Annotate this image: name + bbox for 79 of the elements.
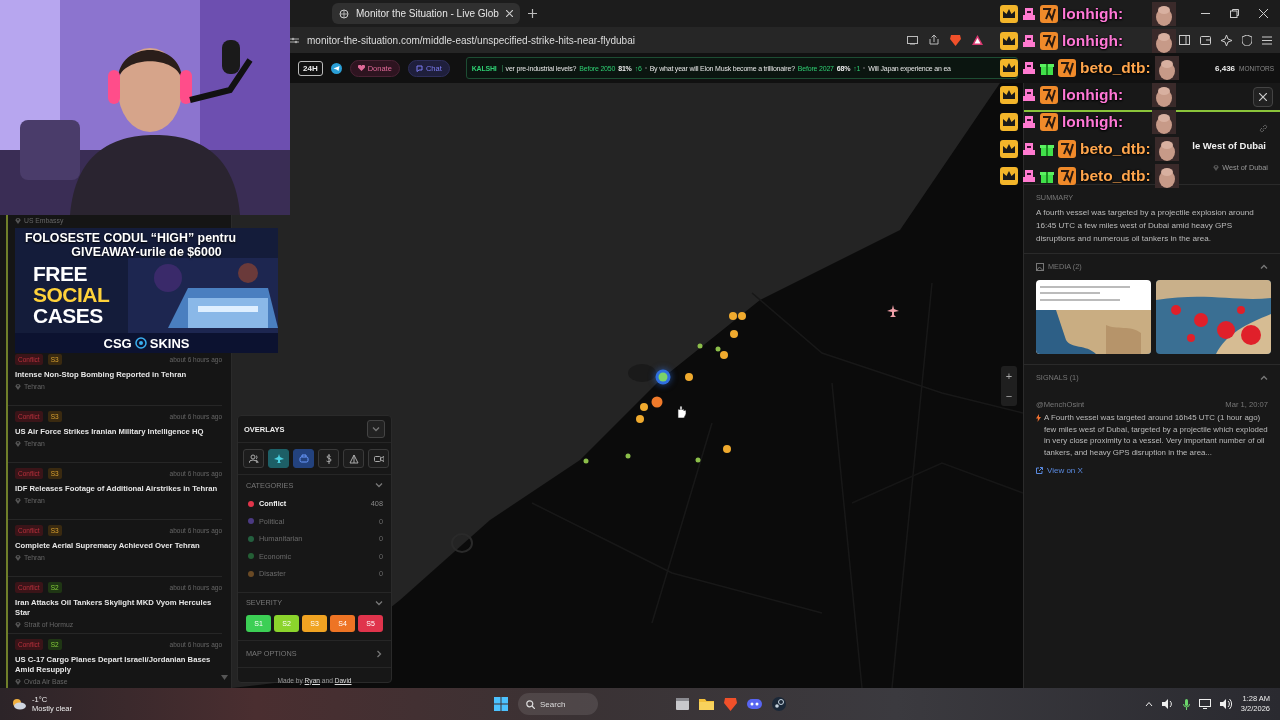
controller-icon[interactable] bbox=[747, 698, 762, 710]
view-link[interactable]: View on X bbox=[1036, 466, 1083, 475]
link-icon[interactable] bbox=[1259, 124, 1268, 133]
username: lonhigh: bbox=[1062, 4, 1124, 23]
image-icon bbox=[1036, 262, 1044, 271]
menu-icon[interactable] bbox=[1262, 35, 1272, 45]
username: lonhigh: bbox=[1062, 112, 1124, 131]
pin-icon bbox=[15, 621, 21, 628]
username: beto_dtb: bbox=[1080, 166, 1151, 185]
warning-icon[interactable] bbox=[972, 35, 983, 45]
wallet-icon[interactable] bbox=[1200, 35, 1211, 45]
folder-icon[interactable] bbox=[699, 698, 714, 710]
summary-text: A fourth vessel was targeted by a projectile explosion around 16:45 UTC a few miles west of Dubai amid heavy GPS disruptions and numerous oil tankers in the area. bbox=[1036, 207, 1255, 245]
sidebar-icon[interactable] bbox=[1179, 35, 1190, 45]
promo-text: GIVEAWAY-urile de $6000 bbox=[70, 245, 223, 259]
heart-icon bbox=[357, 65, 365, 71]
lightning-icon bbox=[1036, 414, 1041, 422]
brand-text: CSG bbox=[103, 335, 132, 351]
pixel-character-icon bbox=[1022, 6, 1036, 21]
username: lonhigh: bbox=[1062, 85, 1124, 104]
pin-icon bbox=[15, 383, 21, 390]
brand-text: SKINS bbox=[149, 335, 190, 351]
weather-icon bbox=[12, 698, 26, 710]
chevron-up-icon bbox=[1260, 262, 1268, 271]
search-field[interactable]: Search bbox=[518, 693, 598, 715]
microphone-icon[interactable] bbox=[1182, 698, 1190, 710]
chat-icon bbox=[415, 64, 423, 72]
pin-icon bbox=[15, 440, 21, 447]
pixel-character-icon bbox=[1022, 141, 1036, 156]
pin-icon bbox=[15, 678, 21, 685]
address-field[interactable]: monitor-the-situation.com/middle-east/unspecified-strike-hits-near-flydubai bbox=[307, 34, 635, 46]
headline-text: FREE bbox=[33, 263, 88, 284]
close-button[interactable] bbox=[1253, 86, 1273, 107]
headline-text: CASES bbox=[33, 305, 104, 326]
event-title: le West of Dubai bbox=[1192, 140, 1266, 152]
promo-text: FOLOSESTE CODUL “HIGH” pentru bbox=[24, 230, 238, 245]
pin-icon bbox=[15, 554, 21, 561]
browser-tab[interactable]: Monitor the Situation - Live Glob bbox=[332, 3, 520, 24]
crown-icon bbox=[1000, 58, 1018, 77]
pin-icon bbox=[15, 217, 21, 224]
pixel-character-icon bbox=[1022, 114, 1036, 129]
pixel-character-icon bbox=[1022, 87, 1036, 102]
restore-icon[interactable] bbox=[1230, 9, 1239, 18]
close-icon[interactable] bbox=[1259, 9, 1268, 18]
close-icon[interactable] bbox=[505, 10, 513, 17]
monitor-icon[interactable] bbox=[1198, 699, 1211, 709]
emote-icon bbox=[1152, 1, 1176, 26]
steam-icon[interactable] bbox=[772, 697, 786, 711]
sparkle-icon[interactable] bbox=[1221, 34, 1232, 46]
globe-icon bbox=[339, 8, 349, 19]
close-icon bbox=[1259, 92, 1267, 101]
share-icon[interactable] bbox=[929, 35, 939, 45]
username: lonhigh: bbox=[1062, 31, 1124, 50]
site-settings-icon[interactable] bbox=[290, 35, 299, 45]
chevron-up-icon[interactable] bbox=[1144, 701, 1153, 707]
cast-icon[interactable] bbox=[907, 35, 918, 45]
emote-icon bbox=[1152, 82, 1176, 107]
pixel-character-icon bbox=[1022, 60, 1036, 75]
speaker-icon[interactable] bbox=[1161, 699, 1174, 709]
new-tab-icon[interactable] bbox=[527, 9, 537, 18]
username: beto_dtb: bbox=[1080, 58, 1151, 77]
username: beto_dtb: bbox=[1080, 139, 1151, 158]
external-link-icon bbox=[1036, 467, 1043, 474]
search-icon bbox=[526, 699, 535, 709]
emote-icon bbox=[1152, 28, 1176, 53]
pixel-character-icon bbox=[1022, 33, 1036, 48]
pixel-character-icon bbox=[1022, 168, 1036, 183]
pin-icon bbox=[1213, 164, 1220, 171]
chevron-up-icon bbox=[1260, 373, 1268, 382]
monitor-count: 6,436 bbox=[1215, 63, 1236, 73]
telegram-icon[interactable] bbox=[330, 62, 342, 74]
scroll-down-icon[interactable] bbox=[221, 675, 228, 680]
emote-icon bbox=[1152, 109, 1176, 134]
time-range-button[interactable]: 24H bbox=[298, 60, 323, 76]
shield-icon[interactable] bbox=[1242, 34, 1252, 46]
target-icon bbox=[134, 337, 147, 349]
pin-icon bbox=[15, 497, 21, 504]
speaker-icon[interactable] bbox=[1219, 699, 1232, 709]
headline-text: SOCIAL bbox=[33, 284, 111, 305]
